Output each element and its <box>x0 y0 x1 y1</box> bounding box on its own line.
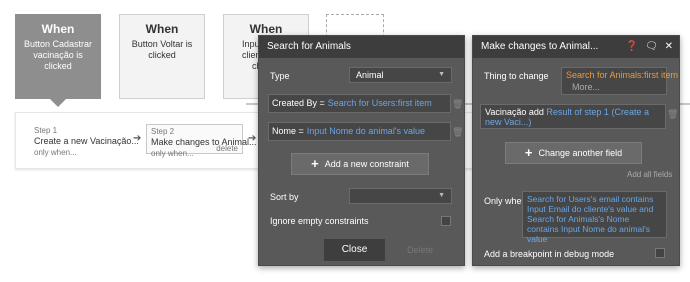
event-card-cadastrar[interactable]: When Button Cadastrar vacinação is click… <box>15 14 101 99</box>
step-condition: only when... <box>34 148 77 157</box>
event-description: Button Voltar is clicked <box>131 39 193 60</box>
field-name: Vacinação add <box>485 107 544 117</box>
sort-by-label: Sort by <box>270 192 299 202</box>
constraint-created-by[interactable]: Created By = Search for Users:first item <box>268 94 451 113</box>
change-field-vacinacao[interactable]: Vacinação add Result of step 1 (Create a… <box>480 104 666 129</box>
arrow-right-icon: ➔ <box>248 133 257 144</box>
step-number: Step 2 <box>151 127 175 136</box>
step-name: Create a new Vacinação... <box>34 136 139 146</box>
event-description: Button Cadastrar vacinação is clicked <box>23 39 93 71</box>
change-another-field-label: Change another field <box>538 148 623 158</box>
more-link[interactable]: More... <box>572 82 662 92</box>
breakpoint-checkbox[interactable] <box>655 248 665 258</box>
header-icons: ❓ 🗨 ✕ <box>622 36 673 58</box>
caret-down-icon: ▼ <box>438 71 445 78</box>
close-button[interactable]: Close <box>324 239 385 261</box>
caret-down-icon: ▼ <box>438 192 445 199</box>
event-title: When <box>249 22 283 36</box>
event-title: When <box>41 22 75 36</box>
only-when-field[interactable]: Search for Users's email contains Input … <box>522 191 667 244</box>
only-when-label: Only when <box>484 196 527 206</box>
help-icon[interactable]: ❓ <box>626 41 638 52</box>
add-constraint-button[interactable]: + Add a new constraint <box>291 153 429 175</box>
step-delete-link[interactable]: delete <box>216 144 238 153</box>
changes-panel-header: Make changes to Animal... ❓ 🗨 ✕ <box>473 36 679 58</box>
delete-button[interactable]: Delete <box>407 245 433 255</box>
constraint-value[interactable]: Input Nome do animal's value <box>307 126 425 136</box>
step-1[interactable]: Step 1 Create a new Vacinação... only wh… <box>34 126 139 157</box>
active-event-pointer <box>50 99 66 107</box>
add-constraint-label: Add a new constraint <box>324 159 409 169</box>
ignore-empty-checkbox[interactable] <box>441 216 451 226</box>
trash-icon[interactable]: 🗑 <box>452 127 463 138</box>
type-select-value: Animal <box>356 70 384 80</box>
add-all-fields-link[interactable]: Add all fields <box>627 170 672 179</box>
thing-to-change-field[interactable]: Search for Animals:first item More... <box>561 67 678 95</box>
plus-icon: + <box>311 156 319 171</box>
workflow-editor: When Button Cadastrar vacinação is click… <box>0 0 690 282</box>
step-number: Step 1 <box>34 126 58 135</box>
changes-panel-title: Make changes to Animal... <box>481 41 599 52</box>
type-label: Type <box>270 71 290 81</box>
search-panel-title: Search for Animals <box>267 41 351 52</box>
constraint-label: Nome = <box>272 126 304 136</box>
close-icon[interactable]: ✕ <box>665 41 673 52</box>
event-card-voltar[interactable]: When Button Voltar is clicked <box>119 14 205 99</box>
change-another-field-button[interactable]: + Change another field <box>505 142 642 164</box>
breakpoint-label: Add a breakpoint in debug mode <box>484 249 615 259</box>
sort-by-select[interactable]: ▼ <box>349 188 452 204</box>
search-panel-header: Search for Animals <box>259 36 464 58</box>
ignore-empty-label: Ignore empty constraints <box>270 216 369 226</box>
arrow-right-icon: ➔ <box>133 133 142 144</box>
event-title: When <box>145 22 179 36</box>
constraint-label: Created By = <box>272 98 325 108</box>
thing-to-change-value[interactable]: Search for Animals:first item <box>566 70 678 80</box>
thing-to-change-label: Thing to change <box>484 71 549 81</box>
trash-icon[interactable]: 🗑 <box>452 99 463 110</box>
type-select[interactable]: Animal ▼ <box>349 67 452 83</box>
trash-icon[interactable]: 🗑 <box>667 109 678 120</box>
step-2[interactable]: Step 2 Make changes to Animal... only wh… <box>146 124 257 158</box>
constraint-nome[interactable]: Nome = Input Nome do animal's value <box>268 122 451 141</box>
plus-icon: + <box>524 145 533 160</box>
comment-icon[interactable]: 🗨 <box>645 41 658 52</box>
constraint-value[interactable]: Search for Users:first item <box>328 98 432 108</box>
